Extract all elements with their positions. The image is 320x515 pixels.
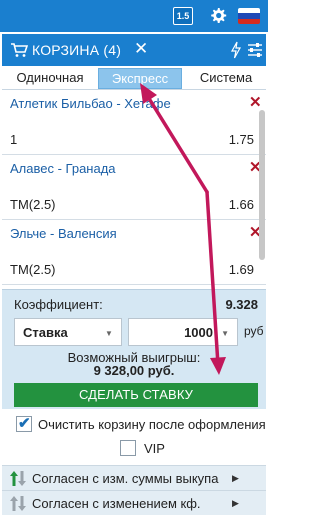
gear-icon[interactable] bbox=[208, 6, 228, 26]
vip-option[interactable]: VIP bbox=[2, 436, 266, 460]
cart-icon bbox=[11, 43, 28, 57]
bet-coefficient: 1.75 bbox=[228, 132, 254, 147]
sliders-icon[interactable] bbox=[247, 42, 263, 58]
clear-cart-checkbox[interactable]: ✔ bbox=[16, 415, 32, 432]
bet-coefficient: 1.66 bbox=[228, 197, 254, 212]
agree-coef-label: Согласен с изменением кф. bbox=[32, 496, 201, 511]
agree-coef-change[interactable]: Согласен с изменением кф. ▶ bbox=[2, 490, 266, 515]
chevron-down-icon: ▼ bbox=[105, 329, 113, 338]
scrollbar-thumb[interactable] bbox=[259, 110, 265, 260]
bet-outcome: ТМ(2.5) bbox=[10, 197, 56, 212]
currency-label: руб bbox=[244, 324, 264, 338]
tab-express[interactable]: Экспресс bbox=[98, 68, 182, 89]
total-coef-label: Коэффициент: bbox=[14, 297, 103, 312]
cart-header: КОРЗИНА (4) ✕ bbox=[2, 34, 266, 66]
agree-buyout-change[interactable]: Согласен с изм. суммы выкупа ▶ bbox=[2, 465, 266, 490]
bet-event[interactable]: Алавес - Гранада bbox=[10, 160, 200, 177]
stake-type-select[interactable]: Ставка ▼ bbox=[14, 318, 122, 346]
bet-event[interactable]: Эльче - Валенсия bbox=[10, 225, 200, 242]
lightning-icon[interactable] bbox=[230, 41, 242, 59]
vip-checkbox[interactable] bbox=[120, 440, 136, 456]
chevron-right-icon[interactable]: ▶ bbox=[232, 498, 239, 509]
total-coef-value: 9.328 bbox=[225, 297, 258, 312]
tab-single[interactable]: Одиночная bbox=[4, 68, 96, 89]
bet-outcome: 1 bbox=[10, 132, 18, 147]
bet-event[interactable]: Атлетик Бильбао - Хетафе bbox=[10, 95, 200, 112]
bet-item: Атлетик Бильбао - Хетафе ✕ 1 1.75 bbox=[2, 90, 266, 155]
updown-arrows-icon bbox=[10, 496, 26, 511]
clear-cart-label[interactable]: Очистить корзину после оформления bbox=[38, 417, 266, 432]
updown-arrows-icon bbox=[10, 471, 26, 486]
chevron-right-icon[interactable]: ▶ bbox=[232, 473, 239, 484]
bet-item: Эльче - Валенсия ✕ ТМ(2.5) 1.69 bbox=[2, 220, 266, 285]
tab-system[interactable]: Система bbox=[186, 68, 266, 89]
stake-type-value: Ставка bbox=[23, 325, 68, 340]
bet-list-scrollbar[interactable] bbox=[259, 92, 265, 287]
bet-type-tabs: Одиночная Экспресс Система bbox=[2, 66, 266, 90]
cart-title: КОРЗИНА (4) bbox=[32, 42, 122, 58]
bet-coefficient: 1.69 bbox=[228, 262, 254, 277]
checkmark-icon: ✔ bbox=[18, 415, 31, 432]
close-icon[interactable]: ✕ bbox=[134, 40, 148, 58]
stake-amount-value: 1000 bbox=[184, 325, 213, 340]
possible-win-value: 9 328,00 руб. bbox=[93, 363, 175, 378]
chevron-down-icon[interactable]: ▼ bbox=[221, 329, 229, 338]
agree-buyout-label: Согласен с изм. суммы выкупа bbox=[32, 471, 219, 486]
bet-list: Атлетик Бильбао - Хетафе ✕ 1 1.75 Алавес… bbox=[2, 90, 266, 285]
top-bar: 1.5 bbox=[0, 0, 268, 32]
vip-label[interactable]: VIP bbox=[144, 441, 165, 456]
flag-ru-icon[interactable] bbox=[238, 8, 260, 24]
bet-outcome: ТМ(2.5) bbox=[10, 262, 56, 277]
version-badge[interactable]: 1.5 bbox=[173, 7, 193, 25]
clear-cart-option[interactable]: ✔ Очистить корзину после оформления bbox=[2, 412, 266, 436]
bet-item: Алавес - Гранада ✕ ТМ(2.5) 1.66 bbox=[2, 155, 266, 220]
place-bet-button[interactable]: СДЕЛАТЬ СТАВКУ bbox=[14, 383, 258, 407]
stake-amount-input[interactable]: 1000 ▼ bbox=[128, 318, 238, 346]
